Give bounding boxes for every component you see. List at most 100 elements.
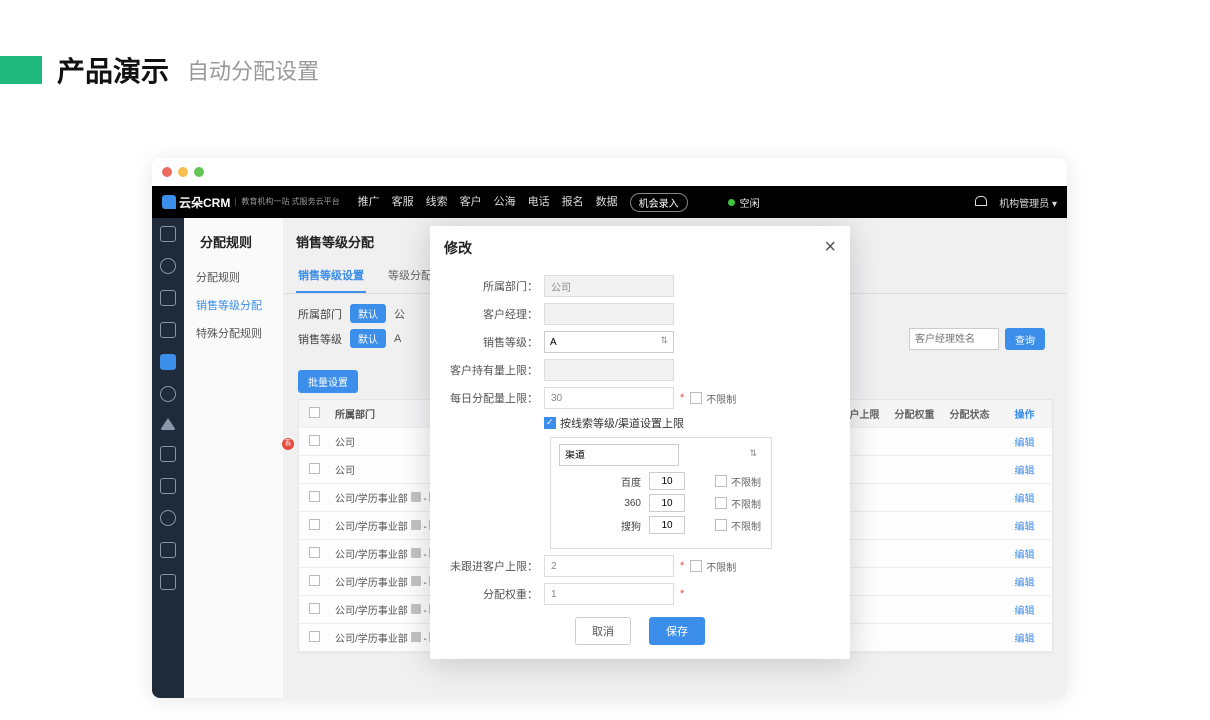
nav-item[interactable]: 公海	[494, 193, 516, 212]
input-dept[interactable]	[544, 275, 674, 297]
card-icon[interactable]	[160, 574, 176, 590]
input-manager[interactable]	[544, 303, 674, 325]
channel-limit-input[interactable]	[649, 472, 685, 490]
by-channel-label: 按线索等级/渠道设置上限	[560, 415, 684, 431]
logo-tagline: 教育机构一站 式服务云平台	[235, 198, 339, 207]
sidebar-item-rules[interactable]: 分配规则	[184, 263, 283, 291]
bell-icon[interactable]	[975, 196, 987, 208]
label-manager: 客户经理：	[444, 306, 544, 322]
channel-limit-input[interactable]	[649, 494, 685, 512]
team-icon[interactable]	[160, 446, 176, 462]
search-button[interactable]: 查询	[1005, 328, 1045, 350]
row-checkbox[interactable]	[309, 491, 320, 502]
page-header: 产品演示 自动分配设置	[0, 0, 1210, 90]
edit-link[interactable]: 编辑	[997, 574, 1052, 589]
nav-item[interactable]: 客服	[392, 193, 414, 212]
close-icon[interactable]: ×	[824, 236, 836, 259]
checkbox-daily-nolimit[interactable]	[690, 392, 702, 404]
label-daily-limit: 每日分配量上限：	[444, 390, 544, 406]
tab-level-settings[interactable]: 销售等级设置	[296, 261, 366, 293]
nav-item[interactable]: 报名	[562, 193, 584, 212]
edit-link[interactable]: 编辑	[997, 434, 1052, 449]
channel-name: 搜狗	[559, 518, 649, 533]
cancel-button[interactable]: 取消	[575, 617, 631, 645]
input-weight[interactable]	[544, 583, 674, 605]
channel-name: 360	[559, 498, 649, 509]
channel-name: 百度	[559, 474, 649, 489]
filter-dept-value[interactable]: 公	[394, 306, 405, 322]
channel-limit-input[interactable]	[649, 516, 685, 534]
maximize-dot[interactable]	[194, 167, 204, 177]
batch-settings-button[interactable]: 批量设置	[298, 370, 358, 393]
search-input[interactable]	[909, 328, 999, 350]
channel-nolimit-checkbox[interactable]	[715, 475, 727, 487]
save-button[interactable]: 保存	[649, 617, 705, 645]
entry-button[interactable]: 机会录入	[630, 193, 688, 212]
close-dot[interactable]	[162, 167, 172, 177]
logo-text: 云朵CRM	[179, 194, 230, 211]
notification-badge: 系	[282, 438, 294, 450]
sub-sidebar-title: 分配规则	[184, 232, 283, 251]
nav-right: 机构管理员 ▾	[975, 195, 1057, 210]
logo: 云朵CRM 教育机构一站 式服务云平台	[162, 194, 340, 211]
edit-link[interactable]: 编辑	[997, 546, 1052, 561]
nav-items: 推广 客服 线索 客户 公海 电话 报名 数据 机会录入	[358, 193, 688, 212]
modal-title: 修改	[444, 238, 472, 258]
minimize-dot[interactable]	[178, 167, 188, 177]
nav-item[interactable]: 数据	[596, 193, 618, 212]
channel-nolimit-checkbox[interactable]	[715, 519, 727, 531]
sidebar-item-special[interactable]: 特殊分配规则	[184, 319, 283, 347]
channel-box: 渠道 百度不限制360不限制搜狗不限制	[550, 437, 772, 549]
channel-row: 百度不限制	[559, 472, 763, 490]
select-level[interactable]: A	[544, 331, 674, 353]
role-dropdown[interactable]: 机构管理员 ▾	[999, 195, 1057, 210]
settings-icon[interactable]	[160, 354, 176, 370]
nav-item[interactable]: 客户	[460, 193, 482, 212]
channel-nolimit-checkbox[interactable]	[715, 497, 727, 509]
chart-icon[interactable]	[160, 290, 176, 306]
page-subtitle: 自动分配设置	[187, 54, 319, 86]
input-daily-limit[interactable]	[544, 387, 674, 409]
input-hold-limit[interactable]	[544, 359, 674, 381]
org-icon[interactable]	[160, 386, 176, 402]
edit-link[interactable]: 编辑	[997, 490, 1052, 505]
checkbox-by-channel[interactable]	[544, 417, 556, 429]
dashboard-icon[interactable]	[160, 226, 176, 242]
nav-item[interactable]: 线索	[426, 193, 448, 212]
nav-item[interactable]: 电话	[528, 193, 550, 212]
edit-link[interactable]: 编辑	[997, 630, 1052, 645]
phone-icon[interactable]	[160, 510, 176, 526]
nolimit-label: 不限制	[706, 559, 736, 574]
checkbox-unfollow-nolimit[interactable]	[690, 560, 702, 572]
filter-chip-default[interactable]: 默认	[350, 329, 386, 348]
user-icon[interactable]	[160, 322, 176, 338]
row-checkbox[interactable]	[309, 463, 320, 474]
th-status: 分配状态	[942, 406, 997, 421]
warning-icon[interactable]	[160, 418, 176, 430]
row-checkbox[interactable]	[309, 575, 320, 586]
th-ops: 操作	[997, 406, 1052, 421]
sidebar-item-level[interactable]: 销售等级分配	[184, 291, 283, 319]
shield-icon[interactable]	[160, 258, 176, 274]
filter-level-label: 销售等级	[298, 331, 342, 347]
idle-dot-icon	[728, 199, 735, 206]
row-checkbox[interactable]	[309, 631, 320, 642]
row-checkbox[interactable]	[309, 519, 320, 530]
row-checkbox[interactable]	[309, 435, 320, 446]
filter-chip-default[interactable]: 默认	[350, 304, 386, 323]
row-checkbox[interactable]	[309, 547, 320, 558]
logo-icon	[162, 195, 176, 209]
filter-level-value[interactable]: A	[394, 333, 401, 345]
doc-icon[interactable]	[160, 478, 176, 494]
select-all-checkbox[interactable]	[309, 407, 320, 418]
accent-block	[0, 56, 42, 84]
edit-link[interactable]: 编辑	[997, 602, 1052, 617]
input-unfollow-limit[interactable]	[544, 555, 674, 577]
row-checkbox[interactable]	[309, 603, 320, 614]
select-channel[interactable]: 渠道	[559, 444, 679, 466]
filter-dept-label: 所属部门	[298, 306, 342, 322]
edit-link[interactable]: 编辑	[997, 518, 1052, 533]
edit-link[interactable]: 编辑	[997, 462, 1052, 477]
nav-item[interactable]: 推广	[358, 193, 380, 212]
tag-icon[interactable]	[160, 542, 176, 558]
